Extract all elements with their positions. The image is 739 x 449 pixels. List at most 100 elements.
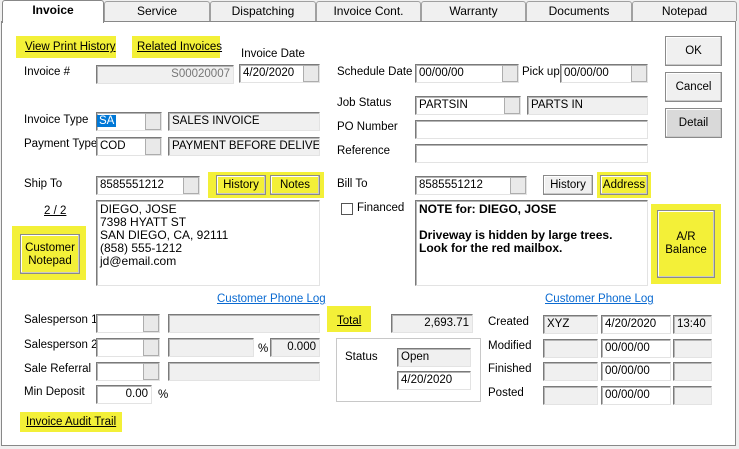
ar-balance-line: Balance xyxy=(665,244,707,256)
posted-user xyxy=(543,386,598,405)
finished-date[interactable]: 00/00/00 xyxy=(601,362,671,381)
po-number-label: PO Number xyxy=(337,121,398,133)
schedule-date-label: Schedule Date xyxy=(337,66,413,78)
ship-notes-button[interactable]: Notes xyxy=(270,175,320,195)
created-date[interactable]: 4/20/2020 xyxy=(601,315,671,334)
ok-button[interactable]: OK xyxy=(665,36,722,66)
bill-note-memo[interactable]: NOTE for: DIEGO, JOSE Driveway is hidden… xyxy=(415,200,648,286)
pickup-combo[interactable]: 00/00/00 xyxy=(560,64,648,83)
ship-to-page-indicator[interactable]: 2 / 2 xyxy=(44,205,66,217)
salesperson2-combo[interactable] xyxy=(96,338,160,357)
invoice-number-field[interactable]: S00020007 xyxy=(96,65,234,84)
invoice-type-dropdown-icon[interactable] xyxy=(145,113,161,130)
customer-phone-log-left-link[interactable]: Customer Phone Log xyxy=(217,293,326,305)
view-print-history-link[interactable]: View Print History xyxy=(25,41,116,53)
invoice-type-code: SA xyxy=(97,115,117,127)
invoice-date-combo[interactable]: 4/20/2020 xyxy=(239,64,320,83)
created-label: Created xyxy=(488,316,529,328)
sale-referral-dropdown-icon[interactable] xyxy=(143,363,159,380)
reference-field[interactable] xyxy=(415,144,648,163)
tab-service[interactable]: Service xyxy=(104,1,210,21)
payment-type-desc: PAYMENT BEFORE DELIVER xyxy=(168,137,320,156)
detail-button[interactable]: Detail xyxy=(665,108,722,138)
ship-to-line: jd@email.com xyxy=(100,254,177,268)
salesperson2-label: Salesperson 2 xyxy=(24,339,98,351)
modified-date[interactable]: 00/00/00 xyxy=(601,339,671,358)
min-deposit-percent-sign: % xyxy=(158,389,169,401)
job-status-dropdown-icon[interactable] xyxy=(504,97,520,114)
bill-to-dropdown-icon[interactable] xyxy=(510,177,526,194)
tab-invoice[interactable]: Invoice xyxy=(2,0,104,23)
bill-note-line: NOTE for: DIEGO, JOSE xyxy=(419,202,557,216)
ship-to-combo[interactable]: 8585551212 xyxy=(96,176,200,195)
total-link[interactable]: Total xyxy=(337,315,361,327)
min-deposit-label: Min Deposit xyxy=(24,386,85,398)
job-status-combo[interactable]: PARTSIN xyxy=(415,96,521,115)
ship-to-label: Ship To xyxy=(24,178,63,190)
salesperson2-percent-field[interactable]: 0.000 xyxy=(270,338,320,357)
bill-to-label: Bill To xyxy=(337,178,368,190)
customer-notepad-button[interactable]: Customer Notepad xyxy=(20,234,80,274)
po-number-field[interactable] xyxy=(415,120,648,139)
payment-type-label: Payment Type xyxy=(24,138,98,150)
invoice-number-label: Invoice # xyxy=(24,66,71,78)
bill-to-combo[interactable]: 8585551212 xyxy=(415,176,527,195)
pickup-label: Pick up xyxy=(522,66,560,78)
invoice-date-label: Invoice Date xyxy=(241,48,305,60)
tab-notepad[interactable]: Notepad xyxy=(632,1,737,21)
pickup-dropdown-icon[interactable] xyxy=(631,65,647,82)
total-value: 2,693.71 xyxy=(391,314,473,333)
posted-date[interactable]: 00/00/00 xyxy=(601,386,671,405)
salesperson1-dropdown-icon[interactable] xyxy=(143,315,159,332)
status-date-field[interactable]: 4/20/2020 xyxy=(397,371,471,390)
ship-to-dropdown-icon[interactable] xyxy=(183,177,199,194)
ship-history-button[interactable]: History xyxy=(216,175,266,195)
ar-balance-button[interactable]: A/R Balance xyxy=(657,210,715,278)
posted-time xyxy=(673,386,712,405)
created-user: XYZ xyxy=(543,315,598,334)
schedule-date-combo[interactable]: 00/00/00 xyxy=(415,64,519,83)
job-status-label: Job Status xyxy=(337,97,392,109)
posted-label: Posted xyxy=(488,387,524,399)
invoice-type-combo[interactable]: SA xyxy=(96,112,162,131)
created-time: 13:40 xyxy=(673,315,712,334)
sale-referral-name xyxy=(168,362,320,381)
schedule-date-dropdown-icon[interactable] xyxy=(502,65,518,82)
bill-history-button[interactable]: History xyxy=(543,175,593,195)
tab-documents[interactable]: Documents xyxy=(526,1,632,21)
modified-time xyxy=(673,339,712,358)
status-value: Open xyxy=(397,348,471,367)
reference-label: Reference xyxy=(337,145,391,157)
sale-referral-combo[interactable] xyxy=(96,362,160,381)
salesperson2-dropdown-icon[interactable] xyxy=(143,339,159,356)
payment-type-dropdown-icon[interactable] xyxy=(145,138,161,155)
customer-notepad-line: Notepad xyxy=(28,255,72,267)
tab-dispatching[interactable]: Dispatching xyxy=(210,1,316,21)
salesperson2-percent-sign: % xyxy=(258,343,269,355)
invoice-date-dropdown-icon[interactable] xyxy=(303,65,319,82)
related-invoices-link[interactable]: Related Invoices xyxy=(137,41,222,53)
financed-label: Financed xyxy=(357,202,405,214)
finished-user xyxy=(543,362,598,381)
customer-phone-log-right-link[interactable]: Customer Phone Log xyxy=(545,293,654,305)
ar-balance-line: A/R xyxy=(676,231,696,243)
salesperson2-name xyxy=(168,338,254,357)
invoice-type-label: Invoice Type xyxy=(24,114,89,126)
tab-warranty[interactable]: Warranty xyxy=(421,1,526,21)
status-label: Status xyxy=(345,351,378,363)
modified-user xyxy=(543,339,598,358)
tab-bar: Invoice Service Dispatching Invoice Cont… xyxy=(0,0,739,23)
tab-invoice-cont[interactable]: Invoice Cont. xyxy=(316,1,421,21)
min-deposit-field[interactable]: 0.00 xyxy=(96,385,152,404)
invoice-audit-trail-link[interactable]: Invoice Audit Trail xyxy=(26,416,116,428)
cancel-button[interactable]: Cancel xyxy=(665,72,722,102)
financed-checkbox[interactable] xyxy=(341,203,353,215)
salesperson1-combo[interactable] xyxy=(96,314,160,333)
bill-address-button[interactable]: Address xyxy=(600,175,648,195)
payment-type-combo[interactable]: COD xyxy=(96,137,162,156)
finished-label: Finished xyxy=(488,363,532,375)
customer-notepad-line: Customer xyxy=(25,242,75,254)
ship-to-address-memo[interactable]: DIEGO, JOSE 7398 HYATT ST SAN DIEGO, CA,… xyxy=(96,200,320,286)
sale-referral-label: Sale Referral xyxy=(24,363,92,375)
modified-label: Modified xyxy=(488,340,532,352)
